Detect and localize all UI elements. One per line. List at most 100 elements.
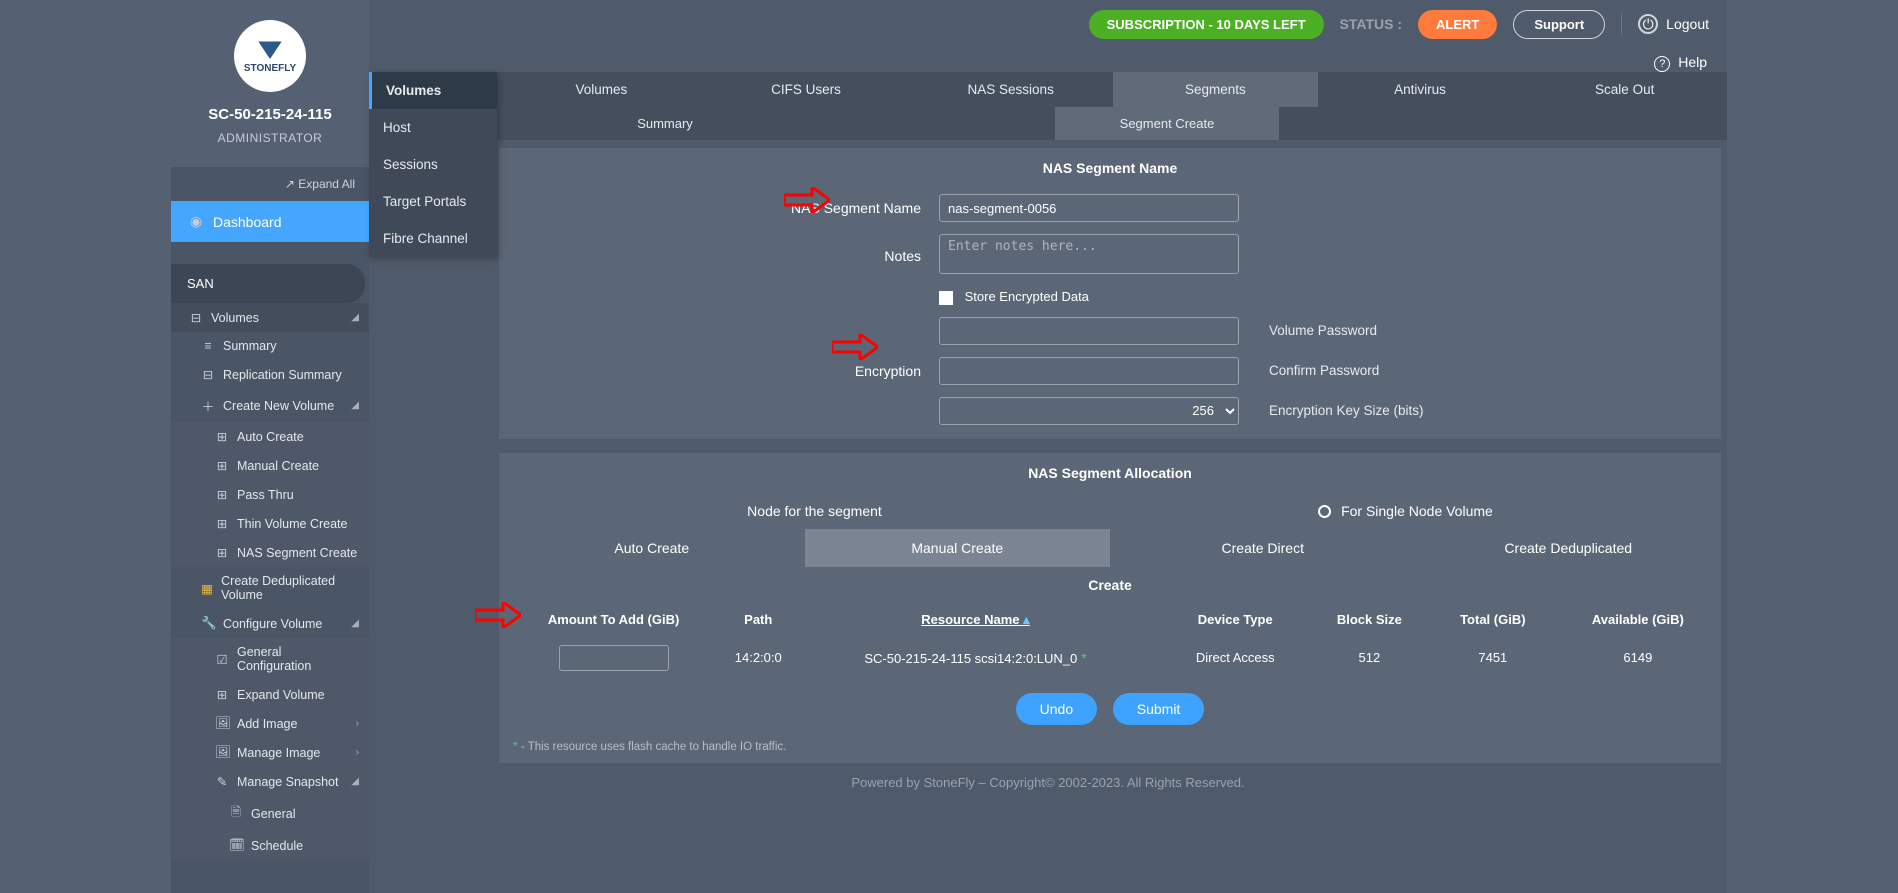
replication-icon: ⊟ (201, 367, 215, 382)
cell-block-size: 512 (1308, 637, 1431, 679)
help-link[interactable]: Help (1678, 54, 1707, 70)
tree-thin-volume-create[interactable]: ⊞ Thin Volume Create (171, 509, 369, 538)
dashboard-icon: ◉ (189, 213, 203, 230)
logout-link[interactable]: ⏻ Logout (1638, 14, 1709, 34)
seg-create-direct[interactable]: Create Direct (1110, 529, 1416, 567)
label-encryption: Encryption (499, 363, 939, 379)
plus-box-icon: ⊞ (215, 545, 229, 560)
input-segment-name[interactable] (939, 194, 1239, 222)
col-resource[interactable]: Resource Name ▴ (788, 603, 1162, 637)
label-store-encrypted: Store Encrypted Data (965, 289, 1089, 304)
tab-volumes[interactable]: Volumes (499, 72, 704, 107)
col-amount: Amount To Add (GiB) (499, 603, 728, 637)
tree-manage-image[interactable]: 🖼 Manage Image › (171, 738, 369, 767)
annotation-arrow-icon (475, 602, 521, 628)
doc-icon: 🗎 (229, 803, 243, 824)
support-button[interactable]: Support (1513, 10, 1605, 39)
tree-nas-segment-create[interactable]: ⊞ NAS Segment Create (171, 538, 369, 567)
label-single-node: For Single Node Volume (1341, 503, 1493, 519)
tree-auto-create[interactable]: ⊞ Auto Create (171, 422, 369, 451)
col-total: Total (GiB) (1431, 603, 1555, 637)
footnote: * - This resource uses flash cache to ha… (499, 735, 1721, 763)
cell-resource: SC-50-215-24-115 scsi14:2:0:LUN_0 * (788, 637, 1162, 679)
image-icon: 🖼 (215, 716, 229, 731)
brand-logo: STONEFLY (234, 20, 306, 92)
cell-total: 7451 (1431, 637, 1555, 679)
seg-manual-create[interactable]: Manual Create (805, 529, 1111, 567)
col-path: Path (728, 603, 788, 637)
label-key-size: Encryption Key Size (bits) (1259, 403, 1424, 418)
label-segment-name: NAS Segment Name (499, 200, 939, 216)
panel-title-name: NAS Segment Name (499, 148, 1721, 188)
tree-summary[interactable]: ≡ Summary (171, 332, 369, 360)
tree-general-config[interactable]: ☑ General Configuration (171, 638, 369, 680)
tab-cifs-users[interactable]: CIFS Users (704, 72, 909, 107)
subtab-segment-create[interactable]: Segment Create (1055, 107, 1279, 140)
tree-create-new-volume[interactable]: ＋ Create New Volume ◢ (171, 389, 369, 422)
tree-configure-volume[interactable]: 🔧 Configure Volume ◢ (171, 609, 369, 638)
input-confirm-password[interactable] (939, 357, 1239, 385)
col-available: Available (GiB) (1555, 603, 1721, 637)
seg-auto-create[interactable]: Auto Create (499, 529, 805, 567)
expand-all-link[interactable]: ↗ Expand All (171, 167, 369, 201)
tree-volumes[interactable]: ⊟ Volumes ◢ (171, 303, 369, 332)
expand-icon: ⊞ (215, 687, 229, 702)
manage-image-icon: 🖼 (215, 745, 229, 760)
annotation-arrow-icon (784, 187, 830, 213)
tab-scale-out[interactable]: Scale Out (1522, 72, 1727, 107)
tab-nas-sessions[interactable]: NAS Sessions (908, 72, 1113, 107)
submenu-target-portals[interactable]: Target Portals (369, 183, 497, 220)
cell-device-type: Direct Access (1163, 637, 1308, 679)
list-icon: ≡ (201, 339, 215, 353)
tree-pass-thru[interactable]: ⊞ Pass Thru (171, 480, 369, 509)
tree-snapshot-schedule[interactable]: 🗓 Schedule (171, 831, 369, 860)
select-key-size[interactable]: 256 (939, 397, 1239, 425)
tree-expand-volume[interactable]: ⊞ Expand Volume (171, 680, 369, 709)
input-volume-password[interactable] (939, 317, 1239, 345)
cell-path: 14:2:0:0 (728, 637, 788, 679)
tab-antivirus[interactable]: Antivirus (1318, 72, 1523, 107)
submit-button[interactable]: Submit (1113, 693, 1205, 725)
label-node-for-segment: Node for the segment (519, 503, 1110, 519)
volumes-icon: ⊟ (189, 310, 203, 325)
input-amount-to-add[interactable] (559, 645, 669, 671)
input-notes[interactable] (939, 234, 1239, 274)
tree-replication-summary[interactable]: ⊟ Replication Summary (171, 360, 369, 389)
tab-segments[interactable]: Segments (1113, 72, 1318, 107)
tree-create-dedup-volume[interactable]: ▦ Create Deduplicated Volume (171, 567, 369, 609)
radio-single-node[interactable] (1318, 505, 1331, 518)
checkbox-store-encrypted[interactable] (939, 291, 953, 305)
panel-title-allocation: NAS Segment Allocation (499, 453, 1721, 493)
label-confirm-password: Confirm Password (1259, 363, 1379, 378)
help-icon: ? (1654, 56, 1670, 72)
submenu-host[interactable]: Host (369, 109, 497, 146)
status-label: STATUS : (1340, 16, 1402, 32)
submenu-volumes[interactable]: Volumes (369, 72, 497, 109)
tree-manage-snapshot[interactable]: ✎ Manage Snapshot ◢ (171, 767, 369, 796)
subscription-badge[interactable]: SUBSCRIPTION - 10 DAYS LEFT (1089, 10, 1324, 39)
label-volume-password: Volume Password (1259, 323, 1377, 338)
copyright: Powered by StoneFly – Copyright© 2002-20… (369, 763, 1727, 790)
wrench-icon: 🔧 (201, 616, 215, 631)
tree-add-image[interactable]: 🖼 Add Image › (171, 709, 369, 738)
san-submenu: Volumes Host Sessions Target Portals Fib… (369, 72, 497, 257)
nav-dashboard[interactable]: ◉ Dashboard (171, 201, 369, 242)
host-name: SC-50-215-24-115 (171, 106, 369, 123)
col-device-type: Device Type (1163, 603, 1308, 637)
subtab-summary[interactable]: Summary (499, 107, 831, 140)
plus-box-icon: ⊞ (215, 487, 229, 502)
label-notes: Notes (499, 248, 939, 264)
alert-badge[interactable]: ALERT (1418, 10, 1497, 39)
submenu-sessions[interactable]: Sessions (369, 146, 497, 183)
seg-create-dedup[interactable]: Create Deduplicated (1416, 529, 1722, 567)
tree-manual-create[interactable]: ⊞ Manual Create (171, 451, 369, 480)
plus-icon: ＋ (201, 396, 215, 415)
cell-available: 6149 (1555, 637, 1721, 679)
plus-box-icon: ⊞ (215, 458, 229, 473)
create-table: Amount To Add (GiB) Path Resource Name ▴… (499, 603, 1721, 679)
nav-section-san[interactable]: SAN (171, 264, 365, 303)
tree-snapshot-general[interactable]: 🗎 General (171, 796, 369, 831)
undo-button[interactable]: Undo (1016, 693, 1097, 725)
submenu-fibre-channel[interactable]: Fibre Channel (369, 220, 497, 257)
snapshot-icon: ✎ (215, 774, 229, 789)
